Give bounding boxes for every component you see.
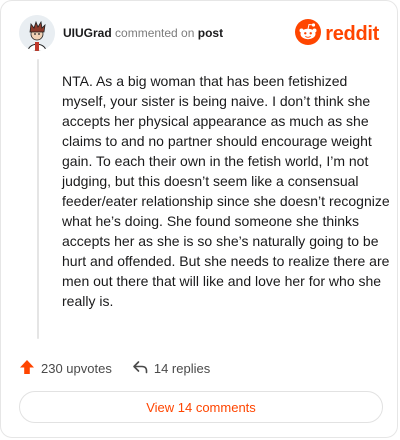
byline-action-text: commented on xyxy=(115,26,195,40)
replies-button[interactable]: 14 replies xyxy=(132,359,210,378)
view-comments-button[interactable]: View 14 comments xyxy=(19,391,383,423)
reddit-brand[interactable]: reddit xyxy=(295,18,379,50)
user-avatar[interactable] xyxy=(19,15,55,51)
upvote-arrow-icon xyxy=(19,359,41,378)
reply-arrow-icon xyxy=(132,359,154,378)
post-link[interactable]: post xyxy=(198,26,223,40)
thread-line[interactable] xyxy=(37,59,39,339)
comment-card: UIUGrad commented on post reddit NTA. As… xyxy=(0,0,398,438)
upvote-button[interactable]: 230 upvotes xyxy=(19,359,112,378)
upvote-count: 230 upvotes xyxy=(41,360,112,376)
comment-byline: UIUGrad commented on post xyxy=(63,26,223,40)
reddit-wordmark: reddit xyxy=(325,23,379,45)
comment-header: UIUGrad commented on post reddit xyxy=(19,15,379,51)
username-link[interactable]: UIUGrad xyxy=(63,26,112,40)
comment-body: NTA. As a big woman that has been fetish… xyxy=(62,73,390,309)
reddit-logo-icon xyxy=(295,18,322,50)
reply-count: 14 replies xyxy=(153,360,211,376)
comment-actions: 230 upvotes 14 replies xyxy=(19,357,210,379)
